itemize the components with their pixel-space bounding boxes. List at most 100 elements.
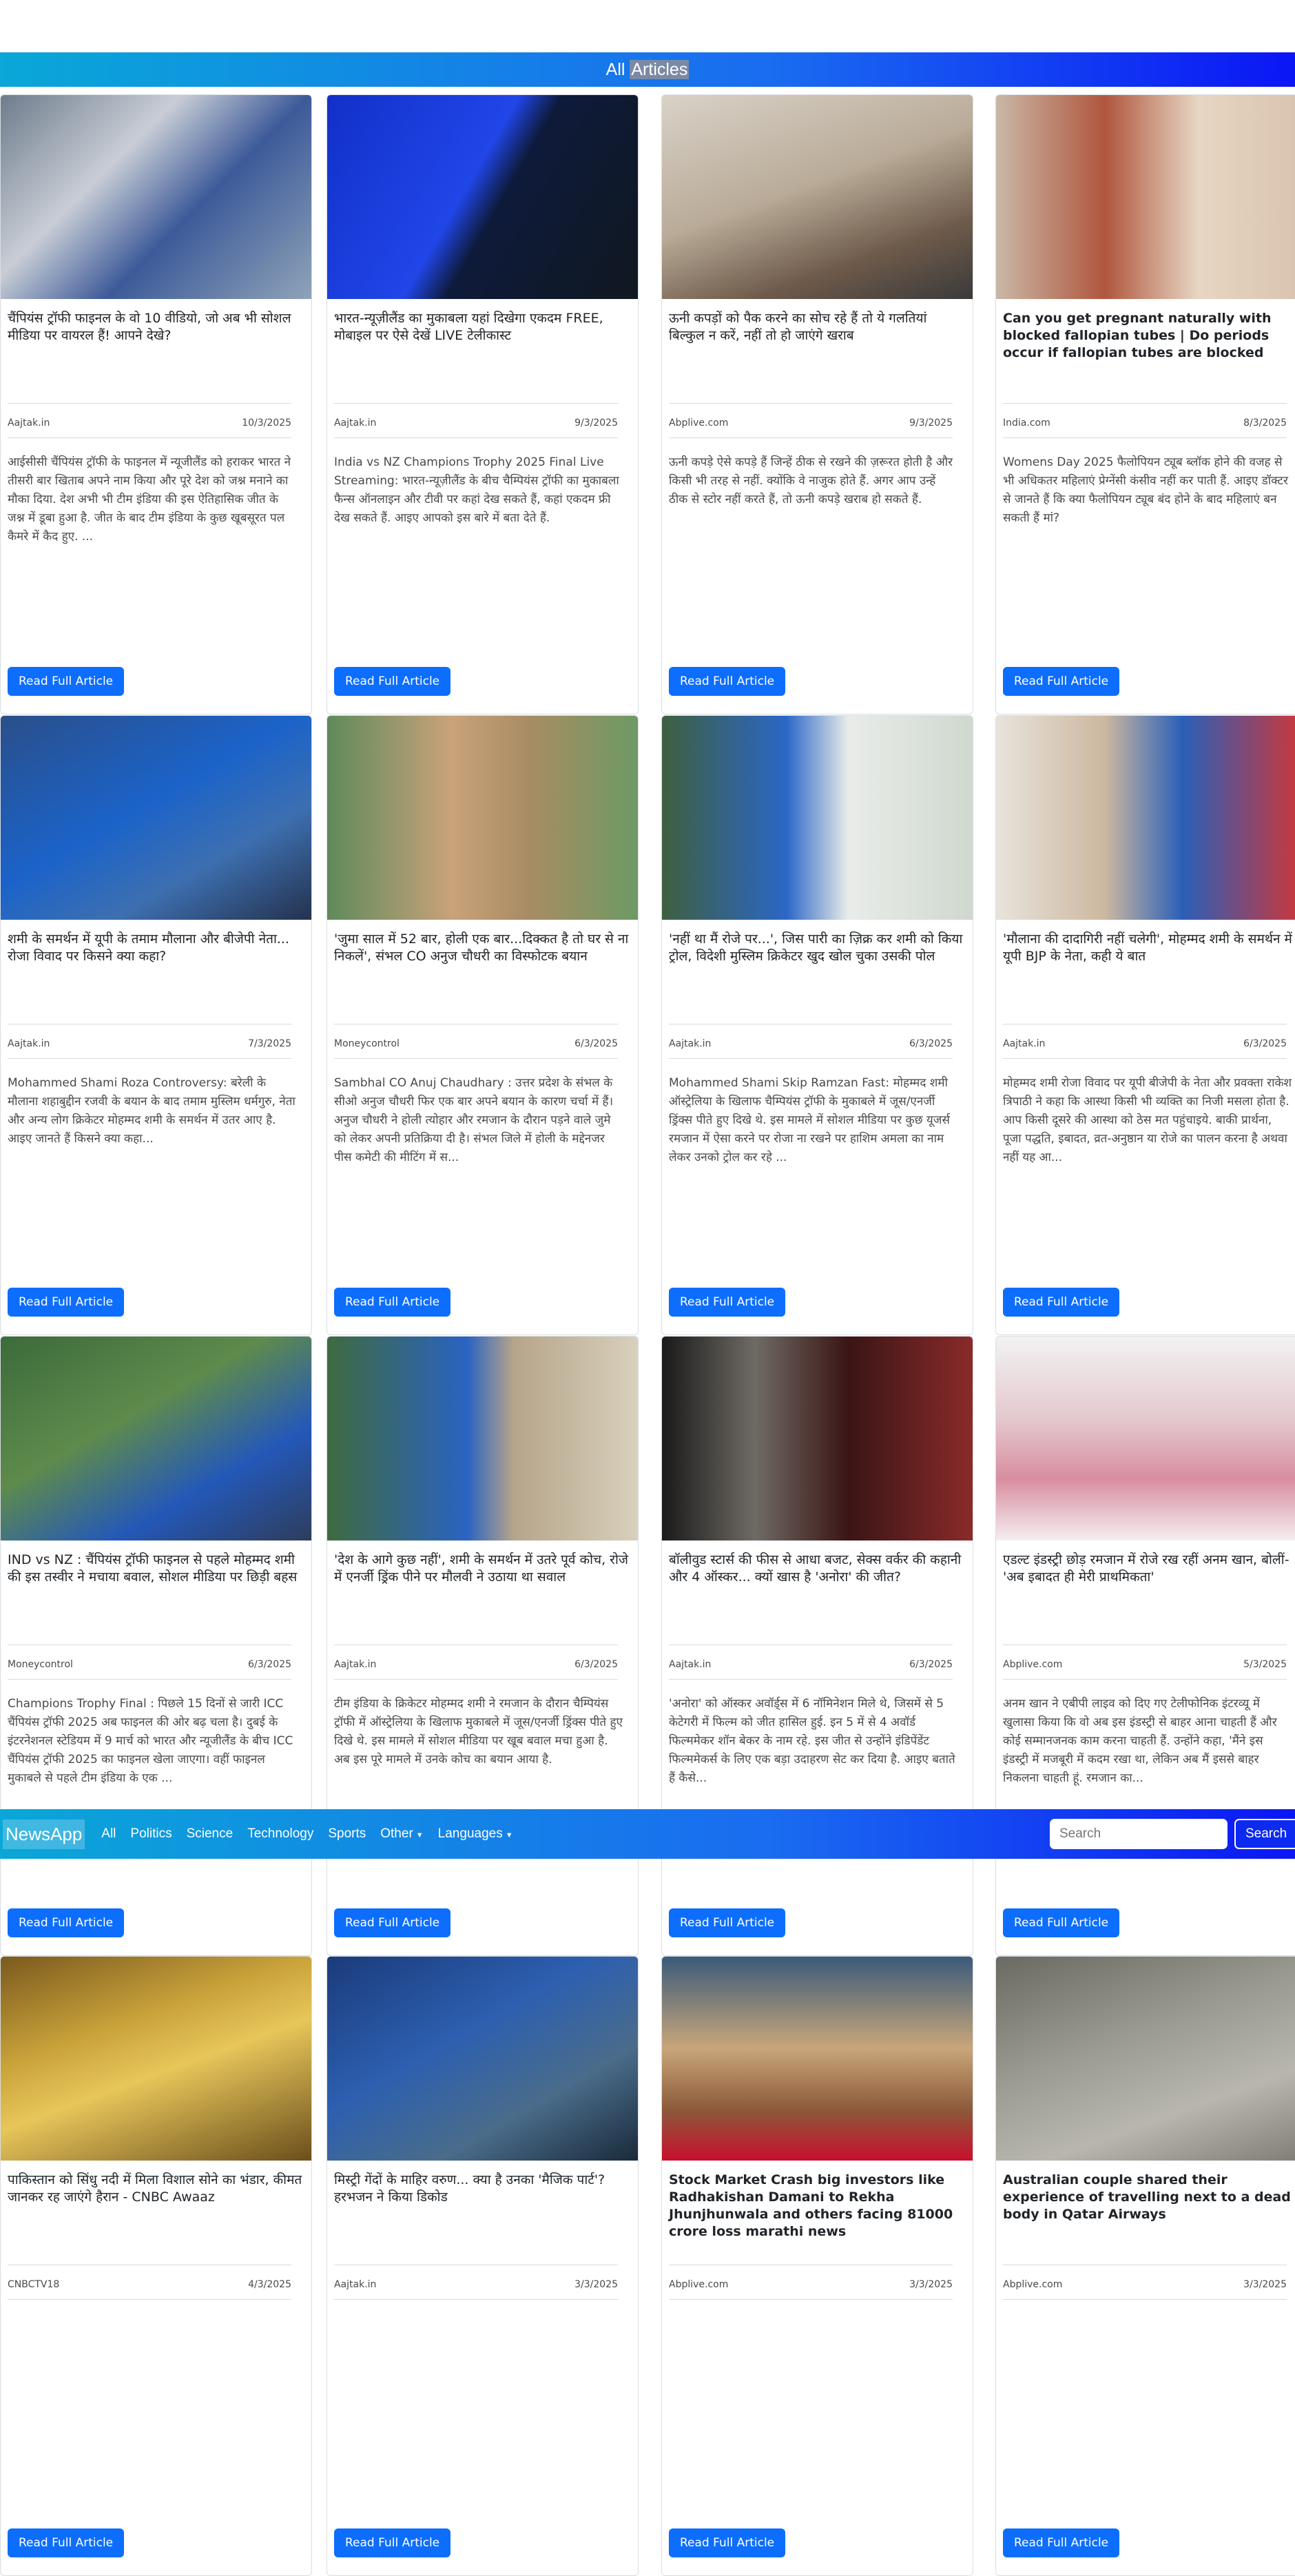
article-date: 9/3/2025 [574,418,618,429]
article-description: Womens Day 2025 फैलोपियन ट्यूब ब्लॉक होन… [1003,455,1288,525]
divider [669,437,953,438]
article-meta: Aajtak.in 3/3/2025 [334,2279,618,2290]
article-date: 7/3/2025 [248,1038,291,1049]
article-description: Sambhal CO Anuj Chaudhary : उत्तर प्रदेश… [334,1076,614,1164]
read-full-article-button[interactable]: Read Full Article [334,1288,451,1317]
article-description: Champions Trophy Final : पिछले 15 दिनों … [8,1697,293,1785]
article-image[interactable] [1,95,311,299]
article-card: 'नहीं था मैं रोजे पर...', जिस पारी का ज़… [661,715,973,1335]
article-date: 3/3/2025 [574,2279,618,2290]
nav-link-politics[interactable]: Politics [130,1826,172,1842]
article-image[interactable] [1,1337,311,1541]
article-card: 'जुमा साल में 52 बार, होली एक बार...दिक्… [327,715,639,1335]
article-meta: Abplive.com 9/3/2025 [669,418,953,429]
nav-link-science[interactable]: Science [187,1826,234,1842]
article-date: 6/3/2025 [248,1659,291,1670]
read-full-article-button[interactable]: Read Full Article [669,1908,786,1937]
page-title: All Articles [606,59,690,80]
read-full-article-button[interactable]: Read Full Article [1003,1908,1120,1937]
read-full-article-button[interactable]: Read Full Article [334,1908,451,1937]
divider [1003,1679,1287,1680]
article-card: मिस्ट्री गेंदों के माहिर वरुण... क्या है… [327,1956,639,2576]
article-image[interactable] [327,716,638,920]
read-full-article-button[interactable]: Read Full Article [334,2528,451,2557]
article-meta: Aajtak.in 9/3/2025 [334,418,618,429]
read-full-article-button[interactable]: Read Full Article [669,2528,786,2557]
article-image[interactable] [327,1957,638,2161]
article-source: Moneycontrol [334,1038,400,1049]
article-image-fill [327,1337,638,1541]
page-header: All Articles [0,52,1295,87]
article-card: एडल्ट इंडस्ट्री छोड़ रमजान में रोजे रख र… [995,1336,1295,1956]
article-date: 6/3/2025 [909,1659,953,1670]
nav-link-all[interactable]: All [101,1826,116,1842]
article-image-fill [327,1957,638,2161]
article-image[interactable] [996,1337,1295,1541]
divider [8,437,291,438]
article-image-fill [1,1957,311,2161]
read-full-article-button[interactable]: Read Full Article [8,667,125,696]
article-image[interactable] [1,716,311,920]
article-image[interactable] [662,1337,973,1541]
article-source: Aajtak.in [334,418,377,429]
article-image[interactable] [662,95,973,299]
brand-logo[interactable]: NewsApp [3,1819,85,1849]
article-meta: Abplive.com 3/3/2025 [669,2279,953,2290]
article-image[interactable] [327,1337,638,1541]
article-date: 8/3/2025 [1243,418,1287,429]
divider [8,403,291,404]
article-date: 6/3/2025 [1243,1038,1287,1049]
article-image[interactable] [996,95,1295,299]
article-title: Can you get pregnant naturally with bloc… [1003,311,1272,360]
read-full-article-button[interactable]: Read Full Article [8,1288,125,1317]
article-title: मिस्ट्री गेंदों के माहिर वरुण... क्या है… [334,2172,605,2205]
nav-dropdown-other[interactable]: Other ▼ [380,1826,423,1842]
article-image[interactable] [996,716,1295,920]
read-full-article-button[interactable]: Read Full Article [1003,1288,1120,1317]
article-meta: Moneycontrol 6/3/2025 [334,1038,618,1049]
article-date: 9/3/2025 [909,418,953,429]
article-image[interactable] [327,95,638,299]
article-image-fill [996,1957,1295,2161]
article-image-fill [996,716,1295,920]
article-image-fill [662,1957,973,2161]
read-full-article-button[interactable]: Read Full Article [669,1288,786,1317]
article-image-fill [1,95,311,299]
article-card: भारत-न्यूज़ीलैंड का मुकाबला यहां दिखेगा … [327,94,639,714]
article-card: IND vs NZ : चैंपियंस ट्रॉफी फाइनल से पहल… [0,1336,312,1956]
read-full-article-button[interactable]: Read Full Article [1003,2528,1120,2557]
read-full-article-button[interactable]: Read Full Article [1003,667,1120,696]
nav-link-technology[interactable]: Technology [247,1826,313,1842]
article-title: पाकिस्तान को सिंधु नदी में मिला विशाल सो… [8,2172,302,2205]
article-image[interactable] [1,1957,311,2161]
article-meta: Abplive.com 3/3/2025 [1003,2279,1287,2290]
article-meta: Aajtak.in 6/3/2025 [334,1659,618,1670]
article-image[interactable] [662,716,973,920]
caret-down-icon: ▼ [415,1831,424,1840]
article-description: अनम खान ने एबीपी लाइव को दिए गए टेलीफोनि… [1003,1697,1277,1785]
article-image[interactable] [662,1957,973,2161]
article-card: ऊनी कपड़ों को पैक करने का सोच रहे हैं तो… [661,94,973,714]
search-input[interactable] [1050,1819,1227,1849]
read-full-article-button[interactable]: Read Full Article [8,2528,125,2557]
article-meta: India.com 8/3/2025 [1003,418,1287,429]
article-image-fill [662,1337,973,1541]
article-image[interactable] [996,1957,1295,2161]
nav-link-sports[interactable]: Sports [328,1826,366,1842]
divider [669,403,953,404]
read-full-article-button[interactable]: Read Full Article [669,667,786,696]
read-full-article-button[interactable]: Read Full Article [334,667,451,696]
article-date: 5/3/2025 [1243,1659,1287,1670]
article-meta: Aajtak.in 6/3/2025 [669,1659,953,1670]
article-title: Stock Market Crash big investors like Ra… [669,2172,953,2239]
article-title: भारत-न्यूज़ीलैंड का मुकाबला यहां दिखेगा … [334,311,603,343]
article-source: Aajtak.in [8,1038,50,1049]
article-description: मोहम्मद शमी रोजा विवाद पर यूपी बीजेपी के… [1003,1076,1292,1164]
divider [1003,2299,1287,2300]
article-meta: Aajtak.in 6/3/2025 [1003,1038,1287,1049]
divider [8,1058,291,1059]
nav-dropdown-languages[interactable]: Languages ▼ [438,1826,513,1842]
article-description: टीम इंडिया के क्रिकेटर मोहम्मद शमी ने रम… [334,1697,623,1766]
read-full-article-button[interactable]: Read Full Article [8,1908,125,1937]
search-button[interactable]: Search [1234,1819,1295,1849]
